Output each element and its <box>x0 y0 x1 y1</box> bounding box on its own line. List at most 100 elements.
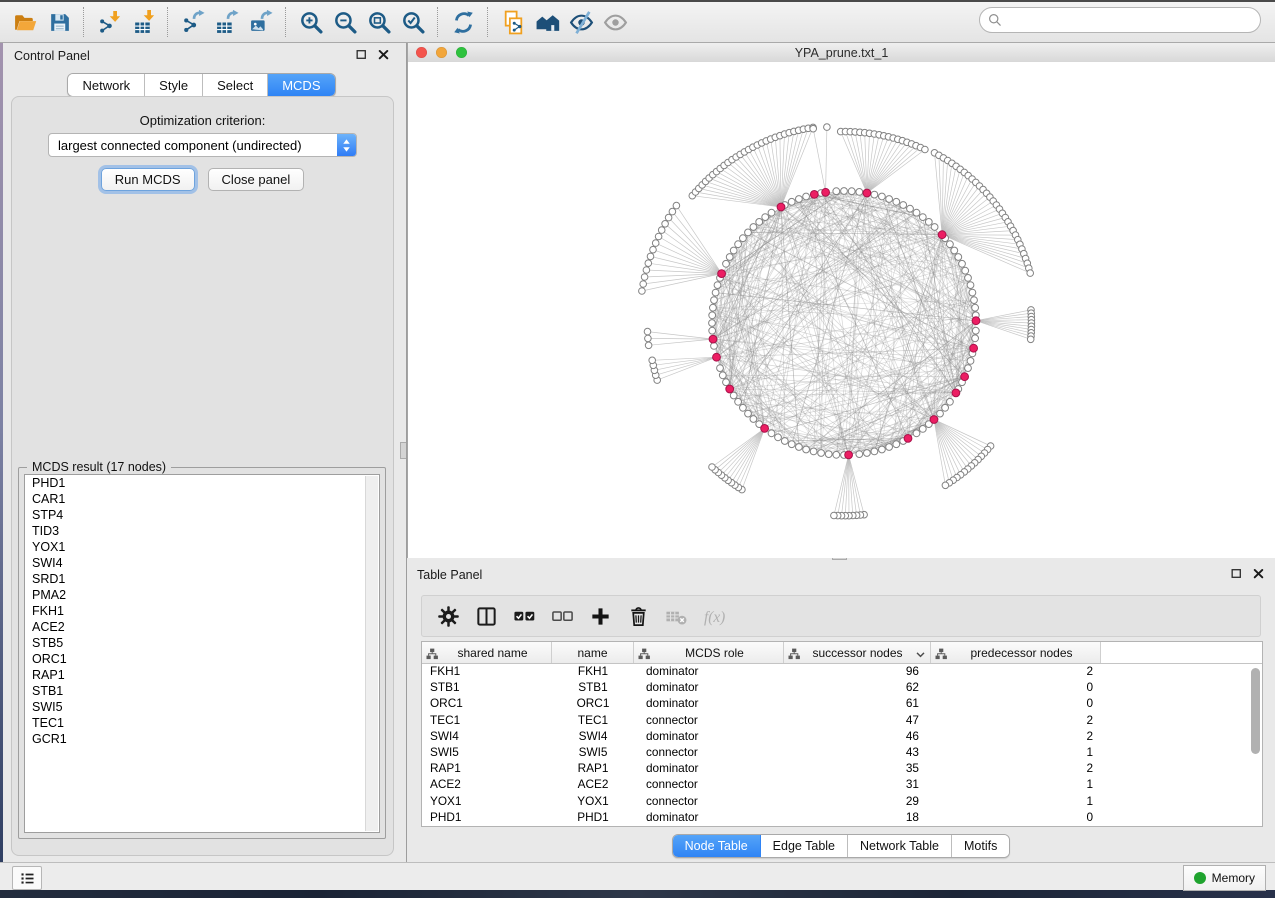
table-cell[interactable]: 2 <box>931 729 1101 743</box>
mcds-result-item[interactable]: ORC1 <box>25 651 379 667</box>
vertical-splitter[interactable] <box>400 43 407 862</box>
table-row[interactable]: SWI5SWI5connector431 <box>422 744 1262 760</box>
tab-edge-table[interactable]: Edge Table <box>761 835 848 857</box>
table-cell[interactable]: FKH1 <box>552 664 634 678</box>
table-scrollbar-thumb[interactable] <box>1251 668 1260 754</box>
table-cell[interactable]: dominator <box>634 810 784 824</box>
table-cell[interactable]: 2 <box>931 713 1101 727</box>
mcds-result-item[interactable]: YOX1 <box>25 539 379 555</box>
toggle-columns-button[interactable] <box>470 600 502 632</box>
table-cell[interactable]: connector <box>634 794 784 808</box>
mcds-result-item[interactable]: CAR1 <box>25 491 379 507</box>
save-session-button[interactable] <box>42 6 76 38</box>
table-cell[interactable]: 43 <box>784 745 931 759</box>
table-row[interactable]: SWI4SWI4dominator462 <box>422 728 1262 744</box>
optimization-criterion-select[interactable]: largest connected component (undirected) <box>48 133 357 157</box>
table-cell[interactable]: ORC1 <box>552 696 634 710</box>
table-row[interactable]: STB1STB1dominator620 <box>422 679 1262 695</box>
table-cell[interactable]: PHD1 <box>552 810 634 824</box>
column-header-successor-nodes[interactable]: successor nodes <box>784 642 931 663</box>
table-cell[interactable]: 0 <box>931 810 1101 824</box>
column-header-name[interactable]: name <box>552 642 634 663</box>
mcds-result-item[interactable]: RAP1 <box>25 667 379 683</box>
table-cell[interactable]: 2 <box>931 664 1101 678</box>
settings-button[interactable] <box>432 600 464 632</box>
close-panel-icon[interactable] <box>377 48 390 61</box>
table-cell[interactable]: connector <box>634 745 784 759</box>
home-button[interactable] <box>530 6 564 38</box>
network-graph[interactable] <box>408 62 1275 558</box>
table-row[interactable]: YOX1YOX1connector291 <box>422 793 1262 809</box>
zoom-selected-button[interactable] <box>396 6 430 38</box>
mcds-result-item[interactable]: ACE2 <box>25 619 379 635</box>
export-table-button[interactable] <box>210 6 244 38</box>
mcds-result-item[interactable]: PMA2 <box>25 587 379 603</box>
column-header-predecessor-nodes[interactable]: predecessor nodes <box>931 642 1101 663</box>
deselect-all-button[interactable] <box>546 600 578 632</box>
tab-node-table[interactable]: Node Table <box>673 835 761 857</box>
table-row[interactable]: PHD1PHD1dominator180 <box>422 809 1262 825</box>
zoom-out-button[interactable] <box>328 6 362 38</box>
tab-network-table[interactable]: Network Table <box>848 835 952 857</box>
search-input[interactable] <box>1004 9 1260 31</box>
network-canvas[interactable] <box>408 62 1275 558</box>
table-cell[interactable]: YOX1 <box>552 794 634 808</box>
mcds-result-item[interactable]: PHD1 <box>25 475 379 491</box>
import-table-button[interactable] <box>126 6 160 38</box>
table-cell[interactable]: 47 <box>784 713 931 727</box>
table-cell[interactable]: 31 <box>784 777 931 791</box>
table-cell[interactable]: ACE2 <box>422 777 552 791</box>
table-cell[interactable]: STB1 <box>552 680 634 694</box>
mcds-result-item[interactable]: TID3 <box>25 523 379 539</box>
mcds-result-item[interactable]: STP4 <box>25 507 379 523</box>
table-cell[interactable]: dominator <box>634 680 784 694</box>
float-panel-icon[interactable] <box>355 48 368 61</box>
table-cell[interactable]: ACE2 <box>552 777 634 791</box>
table-row[interactable]: ACE2ACE2connector311 <box>422 776 1262 792</box>
table-cell[interactable]: 1 <box>931 794 1101 808</box>
table-cell[interactable]: TEC1 <box>552 713 634 727</box>
tab-motifs[interactable]: Motifs <box>952 835 1009 857</box>
node-table[interactable]: shared namenameMCDS rolesuccessor nodesp… <box>421 641 1263 827</box>
memory-button[interactable]: Memory <box>1183 865 1266 891</box>
column-header-shared-name[interactable]: shared name <box>422 642 552 663</box>
table-cell[interactable]: dominator <box>634 729 784 743</box>
table-cell[interactable]: 35 <box>784 761 931 775</box>
table-cell[interactable]: 2 <box>931 761 1101 775</box>
table-row[interactable]: ORC1ORC1dominator610 <box>422 695 1262 711</box>
table-cell[interactable]: 0 <box>931 680 1101 694</box>
column-header-MCDS-role[interactable]: MCDS role <box>634 642 784 663</box>
table-cell[interactable]: YOX1 <box>422 794 552 808</box>
duplicate-network-button[interactable] <box>496 6 530 38</box>
table-cell[interactable]: RAP1 <box>422 761 552 775</box>
delete-row-button[interactable] <box>622 600 654 632</box>
tab-mcds[interactable]: MCDS <box>268 74 334 96</box>
mcds-result-item[interactable]: STB1 <box>25 683 379 699</box>
mcds-result-item[interactable]: FKH1 <box>25 603 379 619</box>
table-cell[interactable]: FKH1 <box>422 664 552 678</box>
mcds-result-item[interactable]: SWI5 <box>25 699 379 715</box>
export-image-button[interactable] <box>244 6 278 38</box>
import-network-button[interactable] <box>92 6 126 38</box>
zoom-in-button[interactable] <box>294 6 328 38</box>
mcds-result-item[interactable]: GCR1 <box>25 731 379 747</box>
mcds-list-scrollbar[interactable] <box>365 476 378 831</box>
mcds-result-item[interactable]: SRD1 <box>25 571 379 587</box>
table-cell[interactable]: RAP1 <box>552 761 634 775</box>
table-cell[interactable]: 1 <box>931 777 1101 791</box>
add-row-button[interactable] <box>584 600 616 632</box>
table-cell[interactable]: 46 <box>784 729 931 743</box>
table-cell[interactable]: connector <box>634 777 784 791</box>
table-cell[interactable]: TEC1 <box>422 713 552 727</box>
table-cell[interactable]: 1 <box>931 745 1101 759</box>
table-cell[interactable]: dominator <box>634 664 784 678</box>
select-all-button[interactable] <box>508 600 540 632</box>
float-panel-icon[interactable] <box>1230 567 1243 580</box>
tab-style[interactable]: Style <box>145 74 203 96</box>
table-cell[interactable]: SWI5 <box>422 745 552 759</box>
close-panel-icon[interactable] <box>1252 567 1265 580</box>
mcds-result-list[interactable]: PHD1CAR1STP4TID3YOX1SWI4SRD1PMA2FKH1ACE2… <box>24 474 380 833</box>
table-cell[interactable]: 61 <box>784 696 931 710</box>
table-cell[interactable]: 62 <box>784 680 931 694</box>
export-network-button[interactable] <box>176 6 210 38</box>
